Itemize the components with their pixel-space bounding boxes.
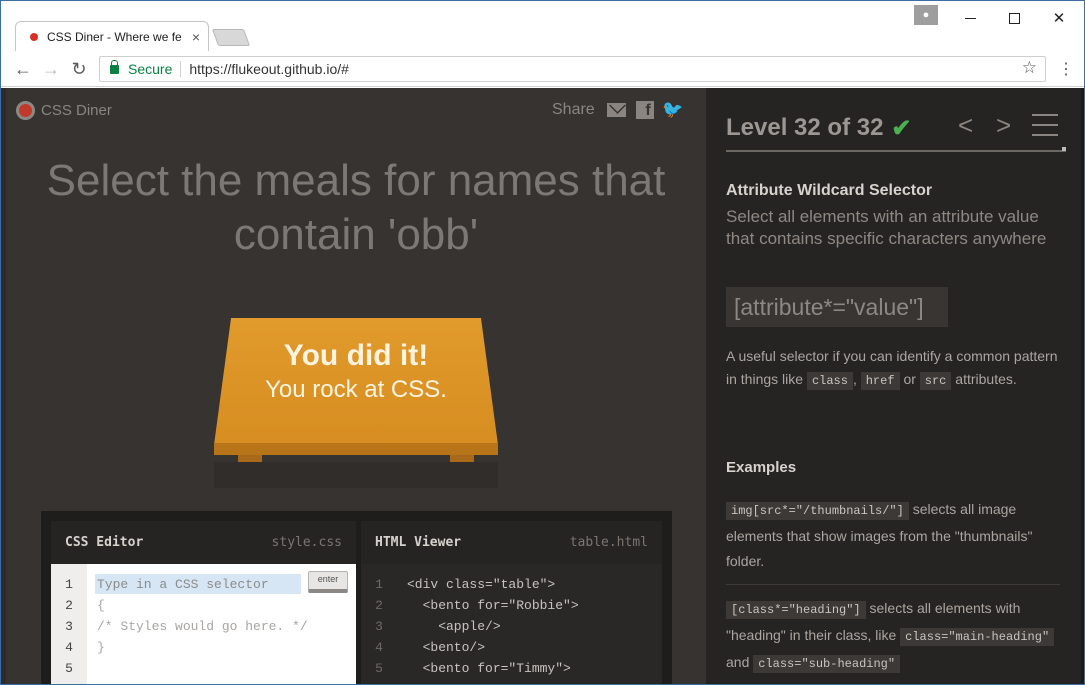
minimize-button[interactable] bbox=[947, 5, 993, 31]
tab-close-icon[interactable]: × bbox=[192, 29, 200, 45]
win-subtitle: You rock at CSS. bbox=[265, 376, 447, 403]
selector-syntax: [attribute*="value"] bbox=[726, 287, 948, 327]
css-line-numbers: 1 2 3 4 5 bbox=[51, 564, 87, 684]
html-viewer-header: HTML Viewer table.html bbox=[361, 521, 662, 564]
lock-icon bbox=[110, 59, 119, 74]
browser-toolbar: ← → ↻ Secure https://flukeout.github.io/… bbox=[1, 51, 1084, 87]
previous-level-icon[interactable]: < bbox=[958, 110, 973, 141]
example-2: [class*="heading"] selects all elements … bbox=[726, 596, 1060, 677]
examples-heading: Examples bbox=[726, 459, 797, 476]
css-editor-title: CSS Editor bbox=[65, 535, 144, 550]
share-label: Share bbox=[552, 101, 595, 118]
css-editor-header: CSS Editor style.css bbox=[51, 521, 356, 564]
favicon-icon bbox=[30, 33, 38, 41]
css-editor-pane: CSS Editor style.css 1 2 3 4 5 enter { /… bbox=[51, 521, 356, 684]
game-area: CSS Diner Share f 🐦 Select the meals for… bbox=[6, 88, 706, 684]
browser-window: CSS Diner - Where we fe × ● ✕ ← → ↻ Secu… bbox=[0, 0, 1085, 685]
progress-marker bbox=[1062, 147, 1066, 151]
hint-tag-class: class bbox=[806, 372, 853, 390]
facebook-share-icon[interactable]: f bbox=[635, 100, 655, 120]
new-tab-button[interactable] bbox=[211, 29, 251, 46]
address-bar[interactable]: Secure https://flukeout.github.io/# ☆ bbox=[99, 56, 1046, 82]
level-indicator[interactable]: Level 32 of 32 bbox=[726, 114, 883, 142]
win-message: You did it! You rock at CSS. bbox=[214, 338, 498, 406]
selector-hint: A useful selector if you can identify a … bbox=[726, 345, 1066, 393]
title-bar: CSS Diner - Where we fe × ● ✕ bbox=[1, 1, 1084, 52]
minimize-icon bbox=[964, 17, 976, 19]
table-shadow bbox=[214, 462, 498, 488]
email-share-icon[interactable] bbox=[607, 100, 627, 120]
win-title: You did it! bbox=[283, 339, 429, 372]
tab-title: CSS Diner - Where we fe bbox=[47, 30, 181, 44]
editor-panel: CSS Editor style.css 1 2 3 4 5 enter { /… bbox=[41, 511, 672, 684]
maximize-icon bbox=[1008, 12, 1020, 24]
example-2-tag-main: class="main-heading" bbox=[900, 628, 1055, 646]
profile-icon[interactable]: ● bbox=[914, 5, 938, 25]
twitter-share-icon[interactable]: 🐦 bbox=[662, 100, 683, 120]
enter-button[interactable]: enter bbox=[308, 571, 348, 593]
share-bar: Share f 🐦 bbox=[552, 100, 683, 120]
css-file-name: style.css bbox=[271, 535, 342, 550]
level-instruction: Select the meals for names that contain … bbox=[46, 156, 666, 259]
dining-table: You did it! You rock at CSS. bbox=[214, 318, 498, 488]
level-menu-icon[interactable] bbox=[1032, 114, 1058, 136]
logo-icon bbox=[16, 101, 35, 120]
next-level-icon[interactable]: > bbox=[996, 110, 1011, 141]
menu-bar-1 bbox=[1032, 114, 1058, 116]
back-button[interactable]: ← bbox=[13, 59, 33, 79]
hint-or: or bbox=[903, 371, 916, 387]
hint-tail: attributes. bbox=[955, 371, 1017, 387]
sidebar-scrollbar[interactable] bbox=[1081, 88, 1084, 684]
html-file-name: table.html bbox=[569, 535, 648, 550]
hint-tag-href: href bbox=[860, 372, 900, 390]
reload-button[interactable]: ↻ bbox=[69, 59, 89, 79]
secure-label: Secure bbox=[128, 61, 173, 77]
page-content: CSS Diner Share f 🐦 Select the meals for… bbox=[1, 88, 1084, 684]
selector-description: Select all elements with an attribute va… bbox=[726, 207, 1047, 248]
facebook-glyph: f bbox=[635, 101, 654, 119]
examples-divider bbox=[726, 584, 1060, 585]
example-1-code: img[src*="/thumbnails/"] bbox=[726, 502, 909, 520]
table-leg-left bbox=[238, 455, 262, 462]
level-header: Level 32 of 32 ✔ < > bbox=[726, 106, 1066, 152]
example-2-tag-sub: class="sub-heading" bbox=[753, 655, 901, 673]
selector-name: Attribute Wildcard Selector bbox=[726, 182, 933, 199]
css-code: { /* Styles would go here. */ } bbox=[97, 598, 308, 655]
table-edge bbox=[214, 443, 498, 455]
html-viewer-pane: HTML Viewer table.html 1 2 3 4 5 <div cl… bbox=[361, 521, 662, 684]
example-1: img[src*="/thumbnails/"] selects all ima… bbox=[726, 497, 1060, 574]
table-leg-right bbox=[450, 455, 474, 462]
logo[interactable]: CSS Diner bbox=[16, 101, 112, 120]
forward-button[interactable]: → bbox=[41, 59, 61, 79]
level-sidebar: Level 32 of 32 ✔ < > Attribute Wildcard … bbox=[706, 88, 1082, 684]
bookmark-star-icon[interactable]: ☆ bbox=[1022, 58, 1037, 78]
logo-text: CSS Diner bbox=[41, 102, 112, 119]
html-viewer-body: 1 2 3 4 5 <div class="table"> <bento for… bbox=[361, 564, 662, 684]
html-code[interactable]: <div class="table"> <bento for="Robbie">… bbox=[407, 574, 579, 679]
example-2-and: and bbox=[726, 654, 750, 670]
maximize-button[interactable] bbox=[991, 5, 1037, 31]
url-text[interactable]: https://flukeout.github.io/# bbox=[189, 61, 349, 77]
completed-check-icon: ✔ bbox=[891, 114, 912, 142]
html-line-numbers: 1 2 3 4 5 bbox=[375, 577, 383, 676]
mail-glyph bbox=[607, 103, 627, 117]
window-close-button[interactable]: ✕ bbox=[1036, 5, 1082, 31]
browser-menu-icon[interactable]: ⋮ bbox=[1058, 59, 1074, 79]
hint-tag-src: src bbox=[919, 372, 952, 390]
css-editor-body: 1 2 3 4 5 enter { /* Styles would go her… bbox=[51, 564, 356, 684]
html-viewer-title: HTML Viewer bbox=[375, 535, 462, 550]
menu-bar-3 bbox=[1032, 134, 1058, 136]
menu-bar-2 bbox=[1032, 124, 1058, 126]
omnibox-separator bbox=[180, 61, 182, 77]
browser-tab[interactable]: CSS Diner - Where we fe × bbox=[15, 21, 209, 52]
example-2-code: [class*="heading"] bbox=[726, 601, 866, 619]
hint-comma: , bbox=[852, 371, 857, 387]
